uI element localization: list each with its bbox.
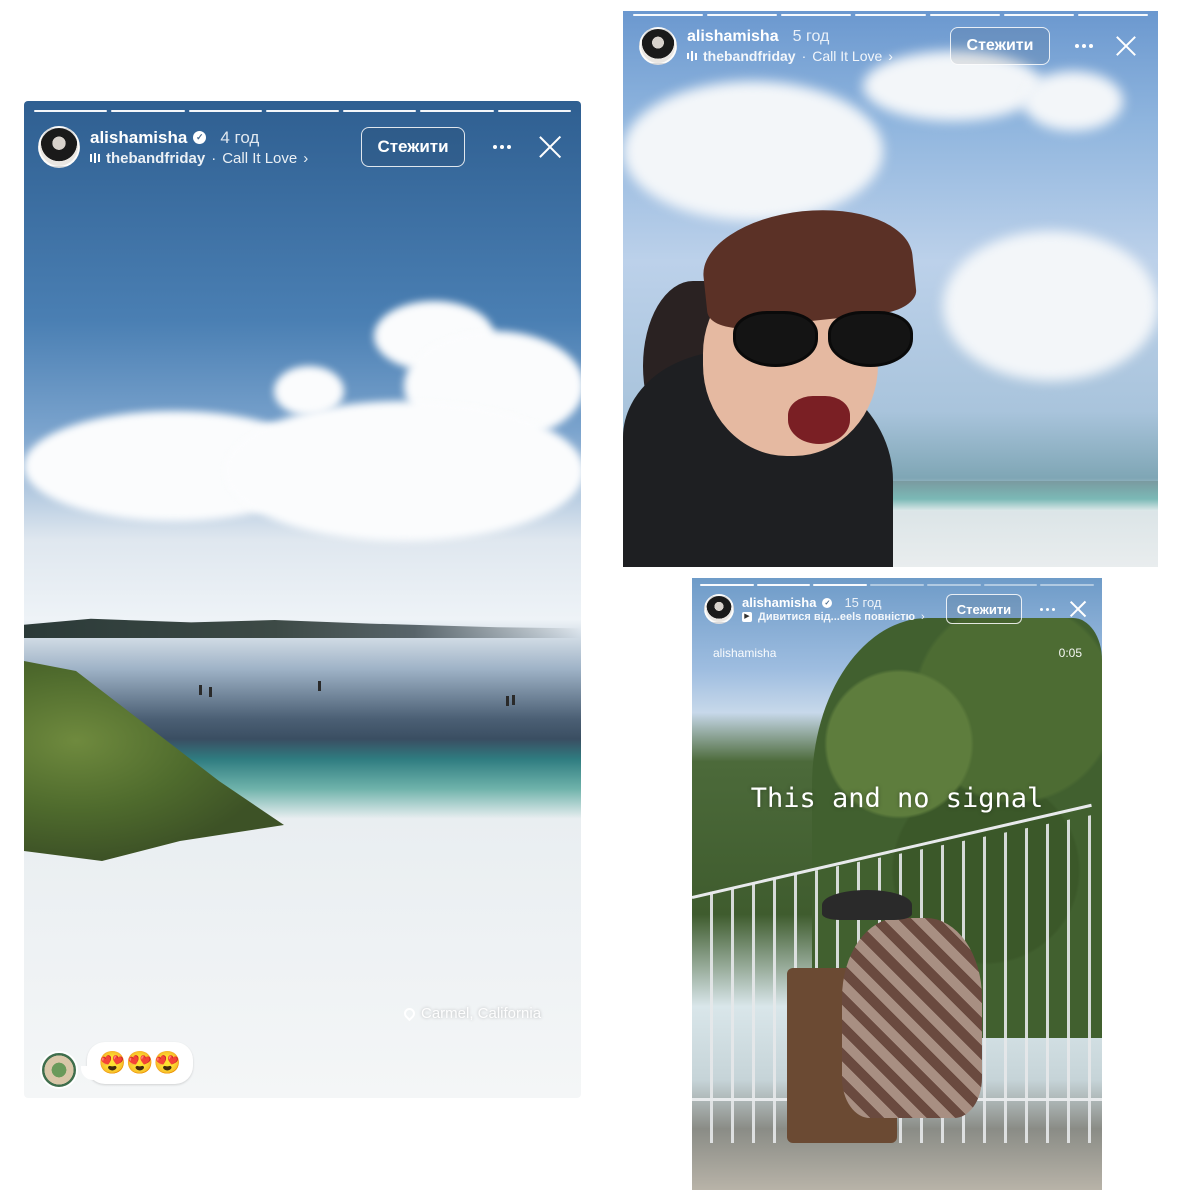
location-pin-icon: [401, 1005, 418, 1022]
location-label: Carmel, California: [421, 1005, 542, 1022]
verified-icon: ✓: [193, 131, 207, 144]
music-info[interactable]: thebandfriday · Call It Love ›: [90, 150, 361, 167]
chevron-right-icon: ›: [303, 149, 309, 167]
story-selfie[interactable]: alishamisha 5 год thebandfriday · Call I…: [623, 11, 1158, 567]
follow-button[interactable]: Стежити: [361, 127, 465, 167]
verified-icon: ✓: [822, 597, 833, 608]
story-caption: This and no signal: [750, 783, 1044, 814]
person: [318, 681, 321, 691]
music-track: Call It Love: [222, 149, 298, 167]
close-icon[interactable]: [1116, 36, 1136, 56]
music-separator: ·: [801, 48, 807, 64]
story-progress: [623, 14, 1158, 16]
close-icon[interactable]: [539, 136, 561, 158]
music-bars-icon: [687, 51, 697, 61]
story-meta: alishamisha ✓ 15 год ▶ Дивитися від...ee…: [742, 595, 946, 623]
avatar[interactable]: [38, 126, 80, 168]
reply-avatar: [40, 1051, 78, 1089]
cloud: [943, 231, 1158, 381]
story-beach[interactable]: alishamisha ✓ 4 год thebandfriday · Call…: [24, 101, 581, 1098]
avatar[interactable]: [639, 27, 677, 65]
story-header: alishamisha ✓ 4 год thebandfriday · Call…: [24, 123, 581, 171]
music-artist: thebandfriday: [703, 48, 796, 64]
cloud: [1023, 71, 1123, 131]
story-meta: alishamisha 5 год thebandfriday · Call I…: [687, 28, 950, 64]
person: [199, 685, 202, 695]
follow-button[interactable]: Стежити: [950, 27, 1050, 65]
story-header: alishamisha ✓ 15 год ▶ Дивитися від...ee…: [692, 592, 1102, 626]
chevron-right-icon: ›: [921, 611, 925, 623]
reel-author: alishamisha: [713, 646, 777, 660]
story-header: alishamisha 5 год thebandfriday · Call I…: [623, 23, 1158, 69]
story-balcony[interactable]: alishamisha ✓ 15 год ▶ Дивитися від...ee…: [692, 578, 1102, 1190]
more-options-icon[interactable]: [1032, 594, 1062, 624]
story-meta: alishamisha ✓ 4 год thebandfriday · Call…: [90, 128, 361, 167]
reels-play-icon: ▶: [742, 612, 752, 622]
chevron-right-icon: ›: [888, 48, 893, 64]
music-separator: ·: [211, 149, 217, 167]
username[interactable]: alishamisha: [90, 128, 187, 148]
story-progress: [24, 110, 581, 112]
reply-emojis: 😍😍😍: [98, 1050, 182, 1075]
person: [209, 687, 212, 697]
person: [512, 695, 515, 705]
reels-link[interactable]: ▶ Дивитися від...eels повністю ›: [742, 611, 946, 623]
music-info[interactable]: thebandfriday · Call It Love ›: [687, 48, 950, 64]
more-options-icon[interactable]: [477, 127, 527, 167]
shoreline: [24, 618, 581, 638]
bucket-hat: [822, 890, 912, 920]
avatar[interactable]: [704, 594, 734, 624]
timestamp: 5 год: [792, 28, 830, 45]
music-track: Call It Love: [812, 48, 883, 64]
sunglasses: [733, 311, 913, 367]
reel-duration: 0:05: [1058, 646, 1082, 660]
location-sticker[interactable]: Carmel, California: [401, 1005, 542, 1022]
timestamp: 15 год: [844, 595, 882, 610]
follow-button[interactable]: Стежити: [946, 594, 1022, 624]
reels-link-label: Дивитися від...eels повністю: [758, 611, 916, 623]
music-bars-icon: [90, 153, 100, 163]
emoji-reply-bubble: 😍😍😍: [81, 1042, 193, 1084]
cloud: [623, 81, 883, 221]
username[interactable]: alishamisha: [687, 28, 779, 46]
person: [842, 918, 982, 1118]
music-artist: thebandfriday: [106, 149, 206, 167]
story-progress: [692, 584, 1102, 586]
cloud: [224, 401, 581, 541]
person: [506, 696, 509, 706]
username[interactable]: alishamisha: [742, 595, 816, 610]
timestamp: 4 год: [220, 127, 260, 147]
close-icon[interactable]: [1070, 601, 1086, 617]
dune-grass: [24, 661, 284, 861]
more-options-icon[interactable]: [1062, 27, 1106, 65]
mouth: [788, 396, 850, 444]
